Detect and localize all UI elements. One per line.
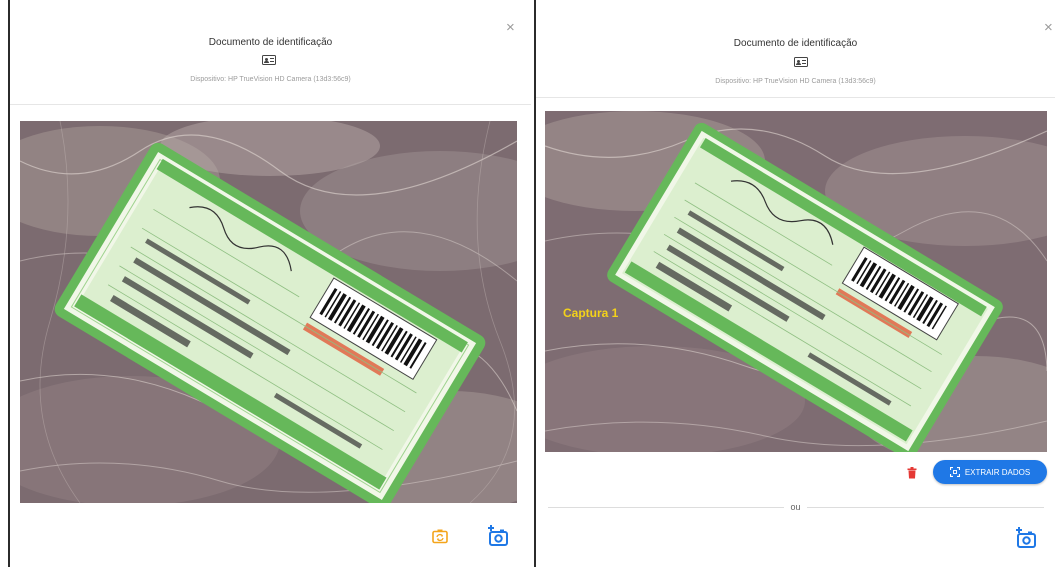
camera-preview: [20, 121, 517, 503]
captured-image: Captura 1: [545, 111, 1047, 452]
trash-icon[interactable]: [907, 466, 917, 484]
extract-data-label: EXTRAIR DADOS: [964, 467, 1031, 477]
captured-image-svg: [545, 111, 1047, 452]
id-card-icon: [262, 55, 276, 65]
close-icon[interactable]: ×: [1044, 20, 1053, 35]
device-label: Dispositivo: HP TrueVision HD Camera (13…: [715, 78, 876, 85]
extract-data-button[interactable]: EXTRAIR DADOS: [933, 460, 1047, 484]
scan-icon: [949, 467, 960, 477]
capture-label: Captura 1: [563, 306, 619, 320]
switch-camera-icon[interactable]: [432, 528, 448, 549]
dialog-title: Documento de identificação: [208, 37, 333, 48]
device-label: Dispositivo: HP TrueVision HD Camera (13…: [190, 76, 351, 83]
add-photo-icon[interactable]: [1014, 526, 1038, 555]
dialog-title: Documento de identificação: [733, 38, 858, 49]
capture-panel-left: × Documento de identificação Dispositivo…: [8, 0, 531, 567]
id-card-icon: [794, 57, 808, 67]
header-divider: [536, 97, 1055, 98]
camera-preview-image: [20, 121, 517, 503]
or-label-wrapper: ou: [536, 502, 1055, 512]
or-label: ou: [784, 502, 807, 512]
capture-panel-right: × Documento de identificação Dispositivo…: [534, 0, 1055, 567]
header-divider: [10, 104, 531, 105]
close-icon[interactable]: ×: [506, 20, 515, 35]
add-photo-icon[interactable]: [486, 524, 510, 553]
